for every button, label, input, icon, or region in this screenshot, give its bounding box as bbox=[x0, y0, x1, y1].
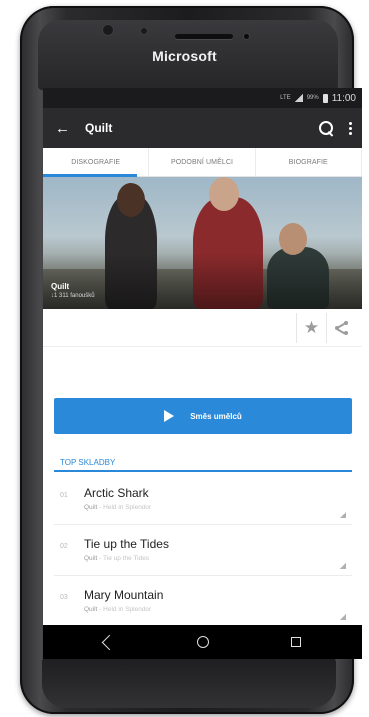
mix-button-label: Směs umělců bbox=[190, 411, 242, 421]
star-icon: ★ bbox=[303, 318, 320, 337]
band-member-head bbox=[117, 183, 145, 217]
tab-bar: DISKOGRAFIE PODOBNÍ UMĚLCI BIOGRAFIE bbox=[43, 148, 362, 177]
artist-name: Quilt bbox=[51, 282, 70, 291]
track-album: Tie up the Tides bbox=[103, 555, 150, 562]
nav-home-icon[interactable] bbox=[197, 636, 209, 648]
track-artist: Quilt bbox=[84, 555, 98, 562]
app-screen: LTE 99% 11:00 ← Quilt DISKOGRAFIE PODOBN… bbox=[43, 88, 362, 625]
track-number: 03 bbox=[60, 594, 68, 601]
share-icon bbox=[334, 320, 349, 335]
nav-recent-apps-icon[interactable] bbox=[291, 637, 301, 647]
top-tracks-heading: TOP SKLADBY bbox=[54, 454, 352, 472]
battery-percent: 99% bbox=[306, 95, 319, 101]
corner-indicator-icon bbox=[340, 512, 346, 518]
more-vert-icon[interactable] bbox=[348, 121, 352, 135]
track-number: 01 bbox=[60, 492, 68, 499]
track-artist: Quilt bbox=[84, 504, 98, 511]
top-tracks-list: 01 Arctic Shark Quilt - Held in Splendor… bbox=[54, 474, 352, 625]
page-title: Quilt bbox=[85, 121, 113, 135]
tab-similar-artists[interactable]: PODOBNÍ UMĚLCI bbox=[149, 148, 256, 176]
track-title: Tie up the Tides bbox=[84, 537, 169, 551]
band-member-head bbox=[209, 177, 239, 211]
phone-bottom-bezel bbox=[42, 658, 336, 708]
track-album: Held in Splendor bbox=[103, 504, 152, 511]
hero-caption: Quilt ↓1 311 fanoušků bbox=[51, 282, 95, 299]
band-member-head bbox=[279, 223, 307, 255]
sensor-icon bbox=[141, 28, 147, 34]
track-row[interactable]: 02 Tie up the Tides Quilt - Tie up the T… bbox=[54, 525, 352, 576]
track-album: Held in Splendor bbox=[103, 606, 152, 613]
arrow-left-icon[interactable]: ← bbox=[55, 120, 75, 137]
track-number: 02 bbox=[60, 543, 68, 550]
nav-back-icon[interactable] bbox=[101, 634, 118, 650]
fan-count: ↓1 311 fanoušků bbox=[51, 293, 95, 299]
track-artist: Quilt bbox=[84, 606, 98, 613]
app-bar: ← Quilt bbox=[43, 108, 362, 148]
front-camera-icon bbox=[103, 25, 113, 35]
track-row[interactable]: 03 Mary Mountain Quilt - Held in Splendo… bbox=[54, 576, 352, 625]
tab-discography[interactable]: DISKOGRAFIE bbox=[43, 148, 150, 176]
favorite-button[interactable]: ★ bbox=[296, 312, 326, 343]
signal-icon bbox=[294, 94, 303, 102]
search-icon[interactable] bbox=[319, 120, 334, 136]
corner-indicator-icon bbox=[340, 614, 346, 620]
system-nav-bar bbox=[43, 625, 362, 659]
device-brand-logo: Microsoft bbox=[152, 48, 217, 64]
track-title: Mary Mountain bbox=[84, 588, 164, 602]
status-bar: LTE 99% 11:00 bbox=[43, 88, 362, 108]
tab-biography[interactable]: BIOGRAFIE bbox=[256, 148, 362, 176]
share-button[interactable] bbox=[326, 312, 356, 343]
clock: 11:00 bbox=[331, 92, 356, 104]
battery-icon bbox=[322, 93, 328, 103]
play-icon bbox=[164, 410, 175, 422]
artist-actions: ★ bbox=[43, 309, 362, 347]
network-indicator: LTE bbox=[280, 95, 291, 101]
track-title: Arctic Shark bbox=[84, 486, 149, 500]
artist-mix-button[interactable]: Směs umělců bbox=[54, 398, 352, 434]
corner-indicator-icon bbox=[340, 563, 346, 569]
earpiece-speaker bbox=[175, 34, 233, 39]
proximity-sensor-icon bbox=[244, 34, 249, 39]
track-row[interactable]: 01 Arctic Shark Quilt - Held in Splendor bbox=[54, 474, 352, 525]
artist-hero-image: Quilt ↓1 311 fanoušků bbox=[43, 177, 362, 309]
